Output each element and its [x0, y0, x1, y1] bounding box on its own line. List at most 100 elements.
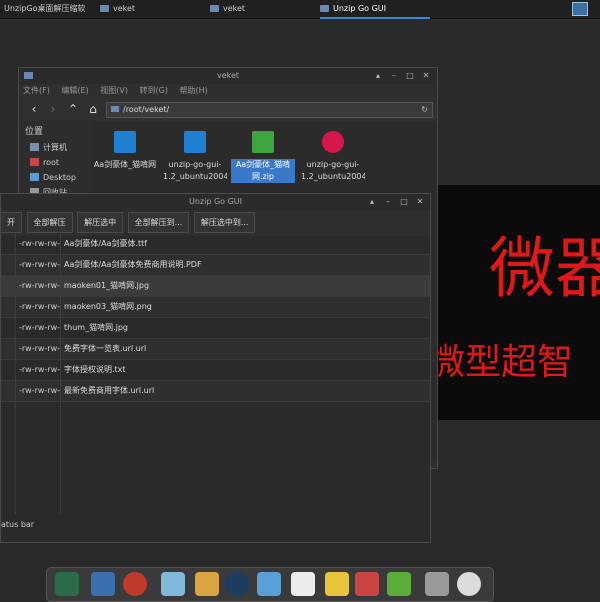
archive-file-list: -rw-rw-rw- Aa剑豪体/Aa剑豪体.ttf -rw-rw-rw- Aa剑豪…	[1, 234, 430, 514]
menu-view[interactable]: 视图(V)	[100, 84, 128, 98]
location-path: /root/veket/	[123, 105, 170, 114]
location-bar[interactable]: /root/veket/ ↻	[106, 102, 433, 118]
file-name: maoken01_猫啃网.jpg	[64, 281, 150, 290]
unzip-go-window: Unzip Go GUI ▴ – □ ✕ 开 全部解压 解压选中 全部解压到..…	[0, 193, 431, 543]
help-icon[interactable]	[387, 572, 411, 596]
computer-icon	[30, 143, 39, 151]
computer-icon[interactable]	[91, 572, 115, 596]
network-tray-icon[interactable]	[572, 2, 588, 16]
file-name: maoken03_猫啃网.png	[64, 302, 152, 311]
window-title: Unzip Go GUI	[188, 197, 243, 206]
file-item[interactable]: Aa剑豪体_猫啃网	[93, 127, 157, 171]
image-viewer-icon[interactable]	[355, 572, 379, 596]
taskbar-item-unzipgo-forum[interactable]: UnzipGo桌面解压缩软	[4, 0, 96, 17]
file-name: unzip-go-gui-1.2_ubuntu2004_amd64,d	[163, 160, 227, 181]
desktop-icon	[30, 173, 39, 181]
file-item[interactable]: unzip-go-gui-1.2_ubuntu2004_amd64,d	[301, 127, 365, 183]
desktop-banner-image: 微器 微型超智	[437, 185, 600, 420]
extract-selected-button[interactable]: 解压选中	[77, 212, 124, 233]
editor-icon[interactable]	[161, 572, 185, 596]
menu-go[interactable]: 转到(G)	[140, 84, 168, 98]
folder-icon	[184, 131, 206, 153]
debian-package-icon	[322, 131, 344, 153]
folder-icon	[114, 131, 136, 153]
shade-icon[interactable]: ▴	[367, 197, 377, 207]
drawing-app-icon[interactable]	[55, 572, 79, 596]
file-permissions: -rw-rw-rw-	[19, 386, 61, 395]
minimize-icon[interactable]: –	[389, 71, 399, 81]
menu-help[interactable]: 帮助(H)	[180, 84, 208, 98]
minimize-icon[interactable]: –	[383, 197, 393, 207]
menu-edit[interactable]: 编辑(E)	[61, 84, 88, 98]
paint-icon[interactable]	[195, 572, 219, 596]
taskbar-item-veket-1[interactable]: veket	[100, 0, 205, 17]
forward-icon[interactable]: ›	[46, 102, 60, 116]
taskbar: UnzipGo桌面解压缩软 veket veket Unzip Go GUI	[0, 0, 600, 19]
file-permissions: -rw-rw-rw-	[19, 281, 61, 290]
status-bar: atus bar	[1, 520, 35, 529]
column-divider	[60, 234, 61, 514]
browser-icon[interactable]	[123, 572, 147, 596]
folder-icon	[210, 5, 219, 12]
back-icon[interactable]: ‹	[27, 102, 41, 116]
up-icon[interactable]: ⌃	[66, 102, 80, 116]
table-row[interactable]: -rw-rw-rw- Aa剑豪体/Aa剑豪体免费商用说明.PDF	[1, 255, 430, 276]
taskbar-item-veket-2[interactable]: veket	[210, 0, 315, 17]
archive-icon	[252, 131, 274, 153]
menubar: 文件(F) 编辑(E) 视图(V) 转到(G) 帮助(H)	[19, 84, 437, 98]
file-permissions: -rw-rw-rw-	[19, 239, 61, 248]
banner-small-text: 微型超智	[437, 342, 574, 383]
file-name: Aa剑豪体_猫啃网.zip	[231, 159, 295, 183]
reload-icon[interactable]: ↻	[421, 103, 428, 117]
file-permissions: -rw-rw-rw-	[19, 260, 61, 269]
folder-icon	[111, 106, 119, 112]
window-icon	[320, 5, 329, 12]
table-row[interactable]: -rw-rw-rw- 最新免费商用字体.url.url	[1, 381, 430, 402]
menu-file[interactable]: 文件(F)	[23, 84, 50, 98]
home-icon	[30, 158, 39, 166]
extract-selected-to-button[interactable]: 解压选中到...	[193, 212, 256, 233]
close-icon[interactable]: ✕	[415, 197, 425, 207]
close-icon[interactable]: ✕	[421, 71, 431, 81]
sidebar-item-computer[interactable]: 计算机	[19, 140, 89, 155]
column-divider	[15, 234, 16, 514]
shade-icon[interactable]: ▴	[373, 71, 383, 81]
extract-all-button[interactable]: 全部解压	[26, 212, 73, 233]
drive-icon[interactable]	[425, 572, 449, 596]
banner-big-text: 微器	[489, 230, 600, 307]
table-row[interactable]: -rw-rw-rw- Aa剑豪体/Aa剑豪体.ttf	[1, 234, 430, 255]
file-name: 最新免费商用字体.url.url	[64, 386, 155, 395]
file-item-selected[interactable]: Aa剑豪体_猫啃网.zip	[231, 127, 295, 183]
file-permissions: -rw-rw-rw-	[19, 344, 61, 353]
sidebar-item-root[interactable]: root	[19, 155, 89, 170]
file-permissions: -rw-rw-rw-	[19, 302, 61, 311]
maximize-icon[interactable]: □	[405, 71, 415, 81]
sidebar-item-desktop[interactable]: Desktop	[19, 170, 89, 185]
users-icon[interactable]	[257, 572, 281, 596]
table-row[interactable]: -rw-rw-rw-maoken01_猫啃网.jpg	[1, 276, 430, 297]
linux-penguin-icon[interactable]	[291, 572, 315, 596]
file-name: 免费字体一览表.url.url	[64, 344, 147, 353]
files-icon[interactable]	[325, 572, 349, 596]
file-name: thum_猫啃网.jpg	[64, 323, 128, 332]
file-item[interactable]: unzip-go-gui-1.2_ubuntu2004_amd64,d	[163, 127, 227, 183]
file-name: Aa剑豪体_猫啃网	[93, 160, 157, 169]
extract-all-to-button[interactable]: 全部解压到...	[127, 212, 190, 233]
navigation-toolbar: ‹ › ⌃ ⌂ /root/veket/ ↻	[19, 98, 437, 120]
file-manager-titlebar[interactable]: veket ▴ – □ ✕	[19, 68, 437, 84]
unzip-go-titlebar[interactable]: Unzip Go GUI ▴ – □ ✕	[1, 194, 430, 210]
maximize-icon[interactable]: □	[399, 197, 409, 207]
table-row[interactable]: -rw-rw-rw-thum_猫啃网.jpg	[1, 318, 430, 339]
folder-icon	[100, 5, 109, 12]
open-button[interactable]: 开	[1, 212, 22, 233]
table-row[interactable]: -rw-rw-rw- 免费字体一览表.url.url	[1, 339, 430, 360]
unzip-toolbar: 开 全部解压 解压选中 全部解压到... 解压选中到...	[1, 210, 430, 236]
table-row[interactable]: -rw-rw-rw- 字体授权说明.txt	[1, 360, 430, 381]
media-player-icon[interactable]	[225, 572, 249, 596]
taskbar-item-unzip-go-gui[interactable]: Unzip Go GUI	[320, 0, 430, 19]
table-row[interactable]: -rw-rw-rw-maoken03_猫啃网.png	[1, 297, 430, 318]
file-permissions: -rw-rw-rw-	[19, 323, 61, 332]
home-icon[interactable]: ⌂	[86, 102, 100, 116]
brightness-icon[interactable]	[457, 572, 481, 596]
file-name: Aa剑豪体/Aa剑豪体免费商用说明.PDF	[64, 260, 202, 269]
